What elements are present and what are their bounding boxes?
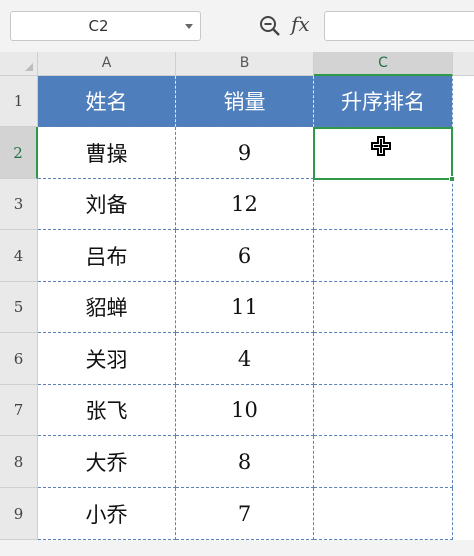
cell-name-row3[interactable]: 刘备 [38, 179, 176, 230]
cell-rank-row7[interactable] [314, 385, 453, 436]
sheet-bottom-edge [0, 540, 474, 556]
cell-rank-row9[interactable] [314, 488, 453, 540]
name-box[interactable]: C2 [10, 11, 201, 41]
formula-input[interactable] [324, 11, 474, 41]
cell-rank-row4[interactable] [314, 230, 453, 282]
column-header-b[interactable]: B [176, 52, 314, 76]
row-header-4[interactable]: 4 [0, 230, 38, 282]
cell-sales-row3[interactable]: 12 [176, 179, 314, 230]
cell-sales-row9[interactable]: 7 [176, 488, 314, 540]
cell-name-row7[interactable]: 张飞 [38, 385, 176, 436]
cell-sales-row6[interactable]: 4 [176, 333, 314, 385]
row-header-5[interactable]: 5 [0, 282, 38, 333]
cell-rank-row5[interactable] [314, 282, 453, 333]
header-cell-sales[interactable]: 销量 [176, 76, 314, 127]
cell-sales-row2[interactable]: 9 [176, 127, 314, 179]
column-d-area[interactable] [453, 76, 474, 540]
row-header-1[interactable]: 1 [0, 76, 38, 127]
column-header-c[interactable]: C [314, 52, 453, 76]
row-header-8[interactable]: 8 [0, 436, 38, 488]
cell-rank-row3[interactable] [314, 179, 453, 230]
row-header-2[interactable]: 2 [0, 127, 38, 179]
column-header-a[interactable]: A [38, 52, 176, 76]
name-box-dropdown-icon[interactable] [185, 24, 193, 29]
row-header-6[interactable]: 6 [0, 333, 38, 385]
cell-name-row8[interactable]: 大乔 [38, 436, 176, 488]
name-box-value: C2 [88, 17, 109, 35]
cell-rank-row6[interactable] [314, 333, 453, 385]
cell-name-row4[interactable]: 吕布 [38, 230, 176, 282]
fill-handle[interactable] [449, 176, 455, 182]
zoom-icon[interactable] [258, 14, 282, 38]
row-header-3[interactable]: 3 [0, 179, 38, 230]
cell-sales-row7[interactable]: 10 [176, 385, 314, 436]
header-cell-rank[interactable]: 升序排名 [314, 76, 453, 127]
row-header-7[interactable]: 7 [0, 385, 38, 436]
select-all-corner[interactable] [0, 52, 38, 76]
cell-name-row5[interactable]: 貂蝉 [38, 282, 176, 333]
row-header-9[interactable]: 9 [0, 488, 38, 540]
cell-rank-row8[interactable] [314, 436, 453, 488]
cell-name-row6[interactable]: 关羽 [38, 333, 176, 385]
fx-button[interactable]: fx [291, 12, 310, 36]
cell-cursor-icon [371, 136, 391, 156]
column-header-d[interactable] [453, 52, 474, 76]
cell-sales-row8[interactable]: 8 [176, 436, 314, 488]
cell-sales-row5[interactable]: 11 [176, 282, 314, 333]
cell-sales-row4[interactable]: 6 [176, 230, 314, 282]
formula-bar: C2 fx [0, 0, 474, 52]
header-cell-name[interactable]: 姓名 [38, 76, 176, 127]
cell-name-row2[interactable]: 曹操 [38, 127, 176, 179]
cell-name-row9[interactable]: 小乔 [38, 488, 176, 540]
